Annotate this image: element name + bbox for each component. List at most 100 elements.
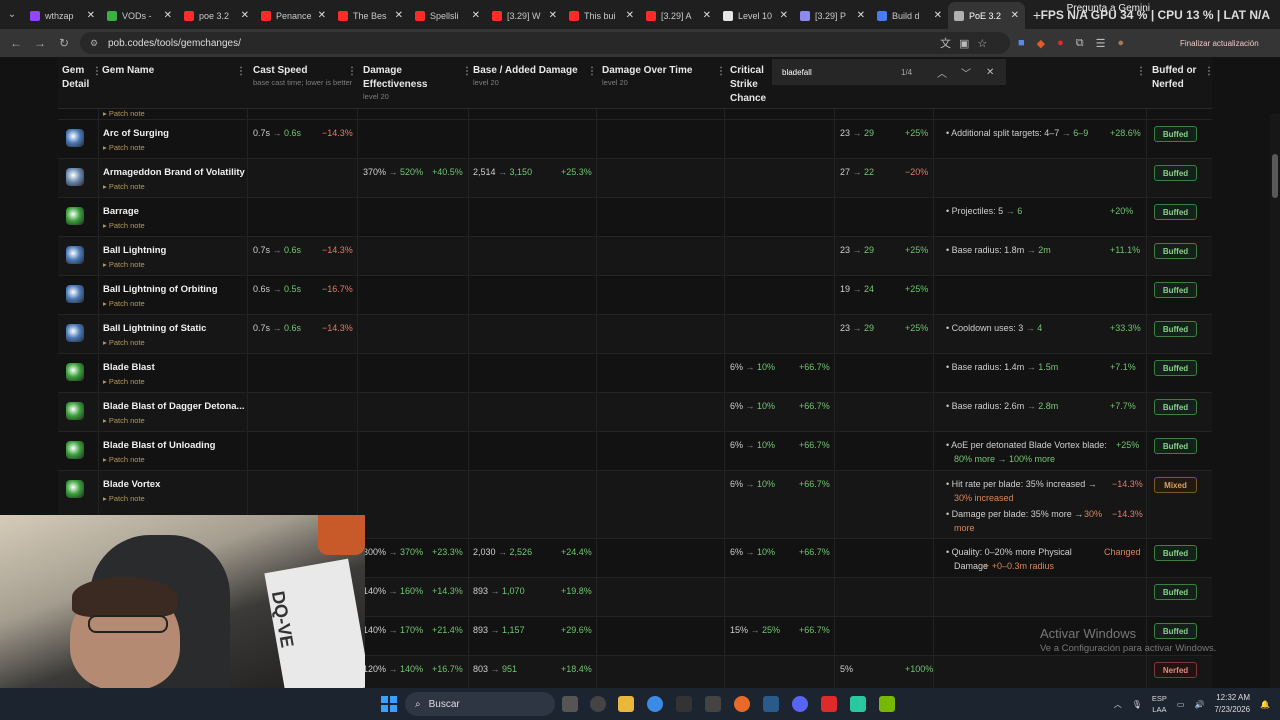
find-previous-icon[interactable]: ︿ [937, 65, 947, 80]
patch-note-link[interactable]: ▸ Patch note [103, 109, 145, 118]
gem-name[interactable]: Blade Blast of Unloading [103, 440, 215, 451]
firefox-icon[interactable] [734, 696, 750, 712]
update-button[interactable]: Finalizar actualización [1172, 33, 1267, 53]
reading-list-icon[interactable]: ☰ [1096, 37, 1106, 50]
table-row[interactable]: Arc of Surging ▸ Patch note 0.7s → 0.6s −14… [58, 120, 1212, 159]
tray-chevron-icon[interactable]: ︿ [1114, 699, 1122, 710]
patch-note-link[interactable]: ▸ Patch note [103, 416, 145, 425]
column-menu-icon[interactable]: ⋮ [92, 65, 102, 79]
forward-icon[interactable]: → [28, 36, 52, 50]
patch-note-link[interactable]: ▸ Patch note [103, 221, 145, 230]
chrome-icon[interactable] [647, 696, 663, 712]
address-bar[interactable]: ⚙ pob.codes/tools/gemchanges/ [80, 32, 1010, 54]
app-icon[interactable] [821, 696, 837, 712]
column-menu-icon[interactable]: ⋮ [236, 65, 246, 79]
tab-close-icon[interactable]: ✕ [318, 10, 326, 21]
column-menu-icon[interactable]: ⋮ [587, 65, 597, 79]
tab-close-icon[interactable]: ✕ [934, 10, 942, 21]
tab-close-icon[interactable]: ✕ [1011, 10, 1019, 21]
tab-close-icon[interactable]: ✕ [472, 10, 480, 21]
header-cast-speed[interactable]: Cast Speed base cast time; lower is bette… [253, 64, 357, 88]
gem-name[interactable]: Arc of Surging [103, 128, 169, 139]
browser-tab[interactable]: poe 3.2 ✕ [178, 2, 255, 29]
patch-note-link[interactable]: ▸ Patch note [103, 377, 145, 386]
browser-tab[interactable]: Level 10 ✕ [717, 2, 794, 29]
table-row[interactable]: Barrage ▸ Patch note • Projectiles: 5 → 6 +… [58, 198, 1212, 237]
tab-close-icon[interactable]: ✕ [549, 10, 557, 21]
browser-tab[interactable]: [3.29] P ✕ [794, 2, 871, 29]
browser-tab[interactable]: PoE 3.2 ✕ [948, 2, 1025, 29]
gem-name[interactable]: Barrage [103, 206, 139, 217]
gem-name[interactable]: Blade Vortex [103, 479, 160, 490]
gem-name[interactable]: Ball Lightning of Static [103, 323, 206, 334]
reload-icon[interactable]: ↻ [52, 36, 76, 50]
column-menu-icon[interactable]: ⋮ [716, 65, 726, 79]
column-menu-icon[interactable]: ⋮ [1204, 65, 1214, 79]
extension-icon[interactable]: ■ [1018, 37, 1025, 49]
patch-note-link[interactable]: ▸ Patch note [103, 182, 145, 191]
browser-tab[interactable]: The Bes ✕ [332, 2, 409, 29]
browser-tab[interactable]: wthzap ✕ [24, 2, 101, 29]
browser-tab[interactable]: Spellsli ✕ [409, 2, 486, 29]
table-row[interactable]: Blade Blast of Dagger Detona... ▸ Patch n… [58, 393, 1212, 432]
gem-name[interactable]: Ball Lightning of Orbiting [103, 284, 218, 295]
tab-close-icon[interactable]: ✕ [395, 10, 403, 21]
browser-tab[interactable]: Build d ✕ [871, 2, 948, 29]
table-row[interactable]: Ball Lightning of Static ▸ Patch note 0.7s… [58, 315, 1212, 354]
find-next-icon[interactable]: ﹀ [961, 65, 971, 80]
extension-icon[interactable]: ● [1057, 37, 1064, 49]
gem-name[interactable]: Blade Blast [103, 362, 155, 373]
table-row[interactable]: Ball Lightning of Orbiting ▸ Patch note 0.… [58, 276, 1212, 315]
notification-icon[interactable]: 🔔 [1260, 700, 1270, 709]
app-icon[interactable] [590, 696, 606, 712]
patch-note-link[interactable]: ▸ Patch note [103, 338, 145, 347]
table-row[interactable]: Armageddon Brand of Volatility ▸ Patch no… [58, 159, 1212, 198]
page-scrollbar[interactable] [1270, 114, 1280, 688]
find-close-icon[interactable]: ✕ [986, 67, 994, 78]
browser-tab[interactable]: Penance ✕ [255, 2, 332, 29]
tab-close-icon[interactable]: ✕ [87, 10, 95, 21]
language-indicator[interactable]: ESP LAA [1152, 693, 1167, 715]
app-icon[interactable] [850, 696, 866, 712]
patch-note-link[interactable]: ▸ Patch note [103, 260, 145, 269]
patch-note-link[interactable]: ▸ Patch note [103, 299, 145, 308]
table-row[interactable]: ▸ Patch note [58, 99, 1212, 120]
translate-icon[interactable]: 文 [940, 35, 951, 51]
scrollbar-thumb[interactable] [1272, 154, 1278, 198]
taskbar-search[interactable]: ⌕ Buscar [405, 692, 555, 716]
tab-close-icon[interactable]: ✕ [164, 10, 172, 21]
patch-note-link[interactable]: ▸ Patch note [103, 494, 145, 503]
profile-avatar[interactable]: ● [1118, 37, 1125, 49]
browser-tab[interactable]: This bui ✕ [563, 2, 640, 29]
network-icon[interactable]: ▭ [1177, 700, 1185, 709]
gem-name[interactable]: Armageddon Brand of Volatility [103, 167, 245, 178]
clock[interactable]: 12:32 AM 7/23/2026 [1214, 692, 1250, 716]
tab-search-icon[interactable]: ⌄ [0, 0, 24, 29]
steam-icon[interactable] [763, 696, 779, 712]
tab-close-icon[interactable]: ✕ [780, 10, 788, 21]
table-row[interactable]: Blade Blast ▸ Patch note 6% → 10% +66.7% • B… [58, 354, 1212, 393]
file-explorer-icon[interactable] [618, 696, 634, 712]
tab-close-icon[interactable]: ✕ [857, 10, 865, 21]
column-menu-icon[interactable]: ⋮ [462, 65, 472, 79]
browser-tab[interactable]: [3.29] A ✕ [640, 2, 717, 29]
site-info-icon[interactable]: ⚙ [90, 38, 104, 49]
windows-start-icon[interactable] [381, 696, 397, 712]
gem-name[interactable]: Ball Lightning [103, 245, 166, 256]
browser-tab[interactable]: VODs - ✕ [101, 2, 178, 29]
header-gem-detail[interactable]: Gem Detail ⋮ [62, 64, 102, 92]
find-input[interactable]: bladefall [782, 68, 812, 77]
discord-icon[interactable] [792, 696, 808, 712]
header-base-added[interactable]: Base / Added Damage level 20 ⋮ [473, 64, 597, 88]
volume-icon[interactable]: 🔊 [1194, 700, 1204, 709]
task-view-icon[interactable] [562, 696, 578, 712]
table-row[interactable]: Ball Lightning ▸ Patch note 0.7s → 0.6s −14… [58, 237, 1212, 276]
header-damage-effectiveness[interactable]: Damage Effectiveness level 20 ⋮ [363, 64, 472, 102]
patch-note-link[interactable]: ▸ Patch note [103, 143, 145, 152]
tab-close-icon[interactable]: ✕ [703, 10, 711, 21]
extensions-puzzle-icon[interactable]: ⧉ [1076, 37, 1084, 50]
tab-close-icon[interactable]: ✕ [241, 10, 249, 21]
table-row[interactable]: Blade Blast of Unloading ▸ Patch note 6% →… [58, 432, 1212, 471]
patch-note-link[interactable]: ▸ Patch note [103, 455, 145, 464]
microphone-icon[interactable]: 🎙 [1132, 700, 1142, 709]
